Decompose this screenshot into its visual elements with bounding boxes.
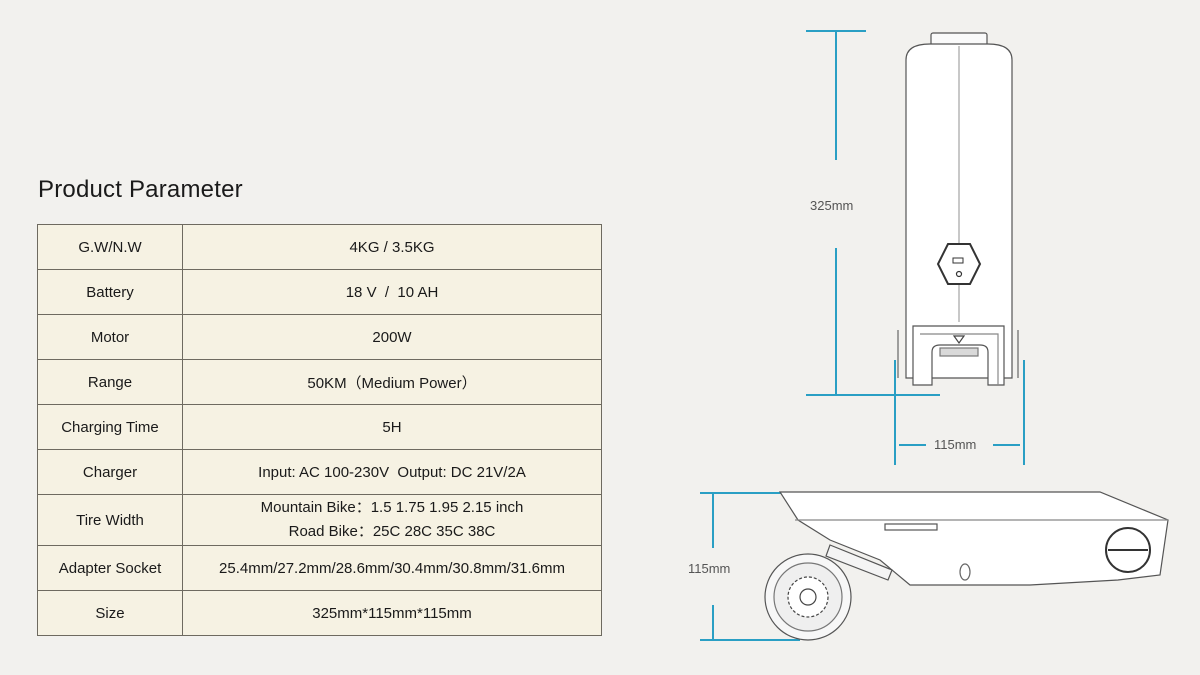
side-height-dimension-label: 115mm [688, 561, 731, 576]
side-view [764, 491, 1169, 641]
product-drawing [700, 30, 1169, 641]
width-dimension-label: 115mm [934, 437, 977, 452]
front-view [897, 32, 1019, 386]
height-dimension-label: 325mm [810, 198, 854, 213]
